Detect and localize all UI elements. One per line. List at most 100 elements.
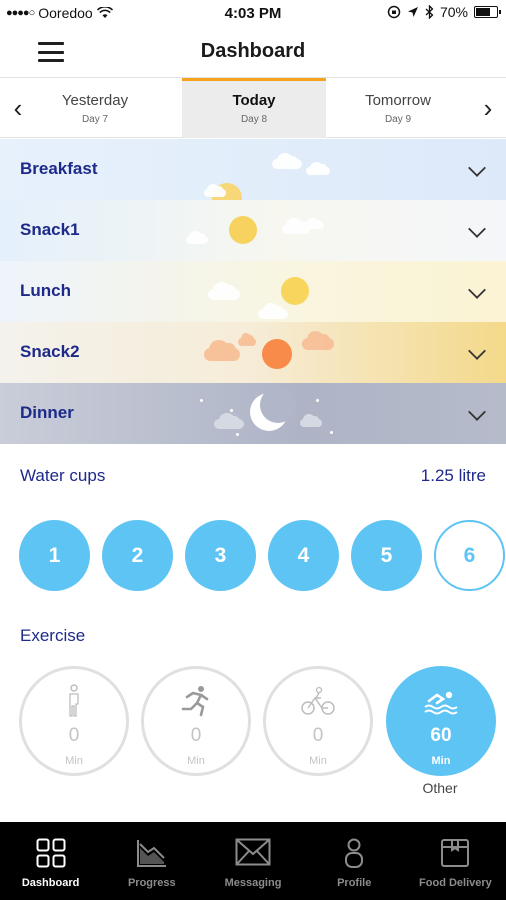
walking-icon (22, 683, 126, 719)
exercise-running[interactable]: 0 Min (141, 666, 251, 776)
location-arrow-icon (407, 7, 418, 17)
cloud-illustration (306, 162, 330, 175)
meal-label: Snack2 (20, 342, 80, 361)
app-header: Dashboard (0, 26, 506, 78)
water-cup[interactable]: 1 (19, 520, 90, 591)
cloud-illustration (304, 217, 324, 229)
meal-row-breakfast[interactable]: Breakfast (0, 139, 506, 200)
sun-illustration (229, 216, 257, 244)
star-illustration (316, 399, 319, 402)
exercise-value: 0 (312, 725, 324, 746)
battery-icon (474, 6, 501, 18)
water-cup[interactable]: 2 (102, 520, 173, 591)
nav-dashboard[interactable]: Dashboard (0, 822, 101, 900)
meal-row-snack1[interactable]: Snack1 (0, 200, 506, 261)
nav-messaging[interactable]: Messaging (202, 822, 303, 900)
exercise-unit: Min (431, 755, 451, 767)
meal-row-lunch[interactable]: Lunch (0, 261, 506, 322)
exercise-value: 60 (430, 725, 452, 746)
tab-label: Today (232, 92, 276, 109)
person-icon (304, 838, 405, 870)
nav-label: Profile (337, 877, 372, 889)
bottom-navigation: Dashboard Progress Messaging Profile Foo… (0, 822, 506, 900)
day-selector: ‹ Yesterday Day 7 Today Day 8 Tomorrow D… (0, 78, 506, 138)
exercise-swimming[interactable]: 60 Min (386, 666, 496, 776)
chevron-down-icon[interactable] (468, 342, 486, 360)
water-amount: 1.25 litre (420, 466, 486, 485)
nav-label: Progress (127, 877, 176, 889)
sun-illustration (281, 277, 309, 305)
meals-list: Breakfast Snack1 Lunch Snack2 Dinner (0, 139, 506, 444)
status-right: 70% (387, 4, 501, 20)
water-section-header: Water cups 1.25 litre (20, 464, 486, 488)
next-day-chevron-icon[interactable]: › (476, 93, 500, 123)
chevron-down-icon[interactable] (468, 159, 486, 177)
grid-icon (0, 838, 101, 870)
cloud-illustration (204, 184, 226, 197)
water-cup[interactable]: 5 (351, 520, 422, 591)
cloud-illustration (300, 414, 322, 427)
water-cup[interactable]: 4 (268, 520, 339, 591)
star-illustration (236, 433, 239, 436)
battery-percentage: 70% (439, 4, 468, 20)
exercise-unit: Min (187, 755, 205, 767)
battery-fill (476, 8, 490, 16)
sunset-illustration (262, 339, 292, 369)
rotation-lock-icon (387, 5, 401, 19)
nav-progress[interactable]: Progress (101, 822, 202, 900)
tab-day-number: Day 8 (240, 114, 268, 125)
tab-label: Tomorrow (365, 92, 431, 109)
exercise-unit: Min (65, 755, 83, 767)
running-icon (144, 683, 248, 719)
meal-row-dinner[interactable]: Dinner (0, 383, 506, 444)
exercise-title: Exercise (20, 626, 86, 645)
exercise-unit: Min (309, 755, 327, 767)
bluetooth-icon (425, 5, 434, 19)
cycling-icon (266, 683, 370, 719)
page-title: Dashboard (200, 40, 306, 62)
nav-food-delivery[interactable]: Food Delivery (405, 822, 506, 900)
cloud-illustration (186, 231, 208, 244)
nav-label: Messaging (224, 877, 282, 889)
meal-label: Breakfast (20, 159, 98, 178)
chevron-down-icon[interactable] (468, 220, 486, 238)
chevron-down-icon[interactable] (468, 281, 486, 299)
meal-label: Lunch (20, 281, 71, 300)
tab-yesterday[interactable]: Yesterday Day 7 (40, 78, 150, 138)
water-title: Water cups (20, 466, 106, 485)
cloud-illustration (238, 333, 256, 346)
nav-profile[interactable]: Profile (304, 822, 405, 900)
meal-label: Dinner (20, 403, 74, 422)
meal-label: Snack1 (20, 220, 80, 239)
exercise-value: 0 (190, 725, 202, 746)
previous-day-chevron-icon[interactable]: ‹ (6, 93, 30, 123)
chevron-down-icon[interactable] (468, 403, 486, 421)
cloud-illustration (258, 303, 288, 319)
swimming-icon (389, 683, 493, 719)
water-cups: 1 2 3 4 5 6 (19, 520, 505, 592)
exercise-value: 0 (68, 725, 80, 746)
tab-day-number: Day 9 (384, 114, 412, 125)
tab-today[interactable]: Today Day 8 (182, 78, 326, 138)
tab-tomorrow[interactable]: Tomorrow Day 9 (340, 78, 456, 138)
star-illustration (200, 399, 203, 402)
cloud-illustration (208, 282, 240, 300)
status-bar: ●●●●○ Ooredoo 4:03 PM 70% (0, 0, 506, 26)
water-cup[interactable]: 6 (434, 520, 505, 591)
tab-label: Yesterday (61, 92, 129, 109)
chart-icon (101, 838, 202, 870)
exercise-cycling[interactable]: 0 Min (263, 666, 373, 776)
meal-row-snack2[interactable]: Snack2 (0, 322, 506, 383)
cloud-illustration (204, 340, 240, 361)
water-cup[interactable]: 3 (185, 520, 256, 591)
exercise-walking[interactable]: 0 Min (19, 666, 129, 776)
cloud-illustration (302, 330, 334, 350)
package-icon (405, 838, 506, 870)
star-illustration (330, 431, 333, 434)
nav-label: Dashboard (21, 877, 80, 889)
envelope-icon (202, 838, 303, 870)
star-illustration (230, 409, 233, 412)
cloud-illustration (272, 153, 302, 169)
cloud-illustration (214, 413, 244, 429)
tab-day-number: Day 7 (81, 114, 109, 125)
